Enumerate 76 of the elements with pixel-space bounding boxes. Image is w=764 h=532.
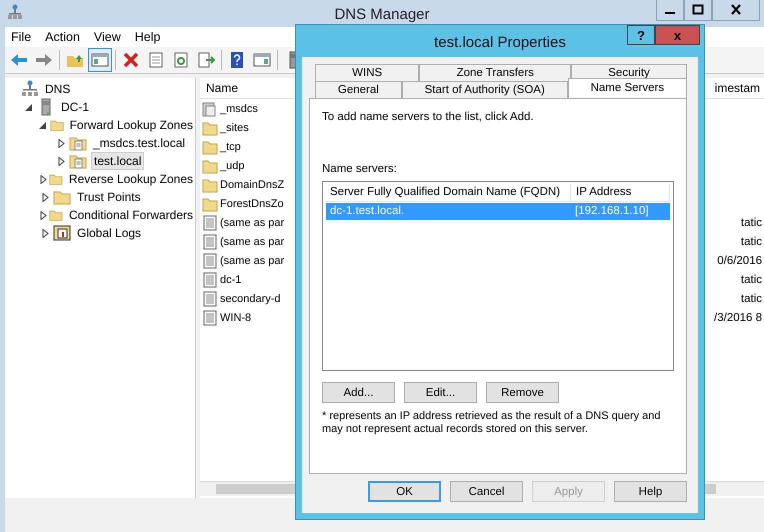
list-button[interactable]: Edit... [404, 382, 477, 403]
column-header[interactable]: Name [200, 81, 238, 95]
fqdn-cell-text: dc-1.test.local. [329, 204, 406, 219]
dialog-title: test.local Properties [434, 32, 566, 50]
folder-icon [202, 138, 218, 154]
log-icon [53, 224, 71, 242]
table-cell-text: 0/6/2016 [717, 254, 763, 266]
zone-icon [202, 100, 218, 116]
window-title: DNS Manager [334, 5, 430, 23]
dns-app-icon [7, 4, 23, 20]
tree-item[interactable]: DC-1 [59, 99, 92, 115]
list-item[interactable]: secondary-d [220, 292, 281, 304]
table-cell-text: /3/2016 8 [714, 312, 763, 324]
table-cell-text: tatic [740, 216, 763, 228]
list-button[interactable]: Add... [322, 382, 395, 403]
folder-icon [202, 120, 218, 136]
dialog-button[interactable]: Cancel [450, 481, 523, 502]
close-icon[interactable] [712, 0, 760, 21]
ip-cell-text: [192.168.1.10] [574, 204, 650, 219]
close-button[interactable]: x [655, 25, 700, 45]
list-item[interactable]: (same as par [220, 236, 284, 248]
list-item[interactable]: (same as par [220, 254, 284, 266]
menu-item[interactable]: File [11, 30, 40, 44]
dialog-button[interactable]: Help [614, 481, 687, 502]
menu-item[interactable]: View [94, 30, 129, 44]
tree-item[interactable]: Conditional Forwarders [66, 207, 195, 223]
instruction-text: To add name servers to the list, click Add. [322, 111, 535, 123]
list-item[interactable]: (same as par [220, 216, 284, 228]
list-item[interactable]: dc-1 [220, 274, 242, 286]
list-item[interactable]: _msdcs [220, 102, 258, 114]
tree-item[interactable]: DNS [43, 81, 72, 97]
maximize-icon[interactable] [684, 0, 712, 21]
list-item[interactable]: _tcp [220, 140, 241, 152]
list-item[interactable]: _sites [220, 122, 249, 134]
minimize-icon[interactable] [656, 0, 684, 21]
dns-icon [21, 80, 39, 98]
expand-arrow-icon[interactable] [56, 138, 66, 148]
note-text: * represents an IP address retrieved as the result of a DNS query and may not represent actual records stored on this server. [322, 410, 662, 436]
tab[interactable]: Name Servers [568, 78, 688, 98]
tab[interactable]: Start of Authority (SOA) [402, 81, 568, 98]
expand-arrow-icon[interactable] [56, 156, 66, 166]
column-header[interactable]: imestam [708, 81, 764, 95]
tree-item[interactable]: test.local [91, 152, 144, 170]
tree-item[interactable]: Global Logs [75, 225, 144, 241]
expand-arrow-icon[interactable] [40, 228, 50, 238]
folder-icon [202, 158, 218, 174]
help-button[interactable]: ? [627, 25, 655, 45]
list-item[interactable]: DomainDnsZ [220, 178, 284, 190]
tree-item[interactable]: _msdcs.test.local [91, 135, 188, 151]
tree-item[interactable]: Trust Points [75, 189, 143, 205]
table-cell-text: tatic [740, 236, 763, 248]
column-header[interactable]: Server Fully Qualified Domain Name (FQDN) [326, 184, 571, 201]
list-item[interactable]: _udp [220, 160, 244, 172]
list-item[interactable]: ForestDnsZo [220, 198, 284, 210]
menu-item[interactable]: Help [134, 30, 168, 44]
table-cell-text: tatic [740, 274, 763, 286]
list-button[interactable]: Remove [486, 382, 559, 403]
table-cell-text: tatic [740, 292, 763, 304]
list-item[interactable]: WIN-8 [220, 312, 252, 324]
console-tree-icon[interactable] [88, 48, 112, 72]
menu-item[interactable]: Action [45, 30, 88, 44]
collapse-arrow-icon[interactable] [24, 102, 34, 112]
tree-item[interactable]: Reverse Lookup Zones [66, 171, 195, 187]
expand-arrow-icon[interactable] [38, 174, 48, 184]
expand-arrow-icon[interactable] [40, 192, 50, 202]
list-label: Name servers: [322, 163, 398, 175]
dialog-button[interactable]: OK [368, 481, 441, 502]
collapse-arrow-icon[interactable] [38, 120, 48, 130]
folder-icon [202, 176, 218, 192]
expand-arrow-icon[interactable] [38, 210, 48, 220]
tab[interactable]: Zone Transfers [419, 64, 572, 81]
folder-icon [202, 196, 218, 212]
tab[interactable]: WINS [315, 64, 420, 81]
tab[interactable]: General [315, 81, 402, 98]
tree-item[interactable]: Forward Lookup Zones [68, 117, 195, 133]
column-header[interactable]: IP Address [571, 184, 670, 201]
